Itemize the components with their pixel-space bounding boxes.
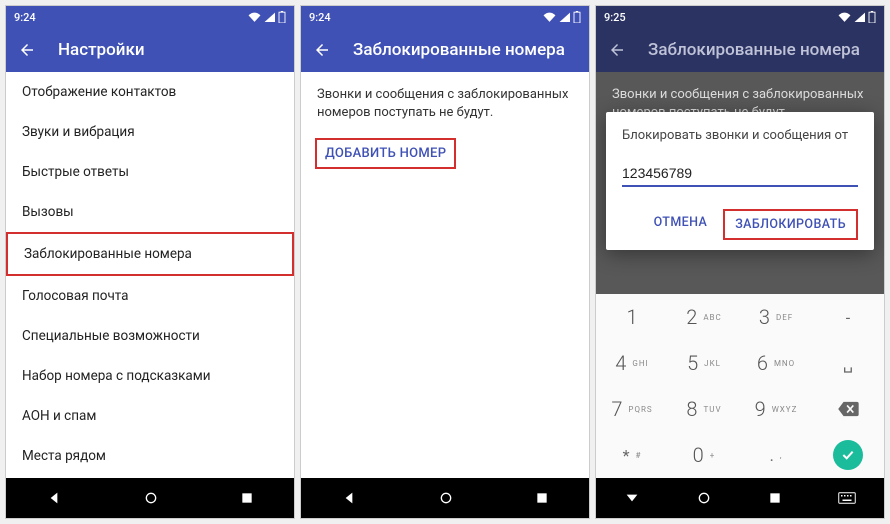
nav-recent-icon[interactable] xyxy=(768,491,782,505)
status-icons xyxy=(248,11,286,23)
battery-icon xyxy=(278,11,286,23)
key-period[interactable]: ., xyxy=(740,432,812,478)
status-bar: 9:24 xyxy=(6,6,294,28)
app-bar: Заблокированные номера xyxy=(301,28,589,72)
dialog-title: Блокировать звонки и сообщения от xyxy=(622,128,858,143)
status-time: 9:24 xyxy=(309,11,331,24)
phone-screen-block-dialog: 9:25 Заблокированные номера Звонки и соо… xyxy=(595,5,885,519)
key-7[interactable]: 7PQRS xyxy=(596,386,668,432)
nav-bar xyxy=(6,478,294,518)
wifi-icon xyxy=(838,12,851,22)
key-dash[interactable]: - xyxy=(812,294,884,340)
key-9[interactable]: 9WXYZ xyxy=(740,386,812,432)
settings-item-accessibility[interactable]: Специальные возможности xyxy=(6,316,294,356)
phone-number-input[interactable] xyxy=(622,161,858,187)
key-3[interactable]: 3DEF xyxy=(740,294,812,340)
key-8[interactable]: 8TUV xyxy=(668,386,740,432)
status-bar: 9:24 xyxy=(301,6,589,28)
key-0[interactable]: 0+ xyxy=(668,432,740,478)
status-icons xyxy=(838,11,876,23)
key-4[interactable]: 4GHI xyxy=(596,340,668,386)
settings-item-blocked-numbers[interactable]: Заблокированные номера xyxy=(6,232,294,276)
battery-icon xyxy=(573,11,581,23)
key-6[interactable]: 6MNO xyxy=(740,340,812,386)
nav-recent-icon[interactable] xyxy=(240,491,254,505)
app-bar-title: Настройки xyxy=(58,40,145,60)
nav-bar xyxy=(596,478,884,518)
nav-home-icon[interactable] xyxy=(696,490,712,506)
nav-bar xyxy=(301,478,589,518)
nav-home-icon[interactable] xyxy=(143,490,159,506)
settings-list: Отображение контактов Звуки и вибрация Б… xyxy=(6,72,294,478)
wifi-icon xyxy=(543,12,556,22)
blocked-content: Звонки и сообщения с заблокированных ном… xyxy=(301,72,589,478)
nav-back-down-icon[interactable] xyxy=(624,490,640,506)
status-time: 9:24 xyxy=(14,11,36,24)
nav-recent-icon[interactable] xyxy=(535,491,549,505)
settings-item-caller-id-spam[interactable]: АОН и спам xyxy=(6,396,294,436)
blocked-description: Звонки и сообщения с заблокированных ном… xyxy=(301,72,589,132)
settings-item-sounds[interactable]: Звуки и вибрация xyxy=(6,112,294,152)
key-confirm[interactable] xyxy=(812,432,884,478)
confirm-fab-icon xyxy=(833,440,863,470)
key-space[interactable]: ␣ xyxy=(812,340,884,386)
status-bar: 9:25 xyxy=(596,6,884,28)
key-backspace[interactable] xyxy=(812,386,884,432)
backspace-icon xyxy=(837,401,859,417)
nav-home-icon[interactable] xyxy=(438,490,454,506)
battery-icon xyxy=(868,11,876,23)
settings-item-dial-assist[interactable]: Набор номера с подсказками xyxy=(6,356,294,396)
settings-item-calls[interactable]: Вызовы xyxy=(6,192,294,232)
wifi-icon xyxy=(248,12,261,22)
back-icon[interactable] xyxy=(608,41,626,59)
key-5[interactable]: 5JKL xyxy=(668,340,740,386)
phone-screen-settings: 9:24 Настройки Отображение контактов Зву… xyxy=(5,5,295,519)
keyboard-switch-icon[interactable] xyxy=(838,492,856,504)
block-button[interactable]: ЗАБЛОКИРОВАТЬ xyxy=(723,209,858,240)
phone-screen-blocked-list: 9:24 Заблокированные номера Звонки и соо… xyxy=(300,5,590,519)
dialog-actions: ОТМЕНА ЗАБЛОКИРОВАТЬ xyxy=(622,209,858,240)
key-star[interactable]: *# xyxy=(596,432,668,478)
app-bar: Заблокированные номера xyxy=(596,28,884,72)
key-1[interactable]: 1 xyxy=(596,294,668,340)
status-icons xyxy=(543,11,581,23)
settings-item-quick-replies[interactable]: Быстрые ответы xyxy=(6,152,294,192)
add-number-button[interactable]: ДОБАВИТЬ НОМЕР xyxy=(315,138,456,169)
key-2[interactable]: 2ABC xyxy=(668,294,740,340)
signal-icon xyxy=(559,12,570,22)
back-icon[interactable] xyxy=(18,41,36,59)
app-bar-title: Заблокированные номера xyxy=(353,40,565,60)
cancel-button[interactable]: ОТМЕНА xyxy=(644,209,718,240)
settings-item-contacts-display[interactable]: Отображение контактов xyxy=(6,72,294,112)
app-bar: Настройки xyxy=(6,28,294,72)
numeric-keypad: 1 2ABC 3DEF - 4GHI 5JKL 6MNO ␣ 7PQRS 8TU… xyxy=(596,294,884,478)
app-bar-title: Заблокированные номера xyxy=(648,40,860,60)
signal-icon xyxy=(264,12,275,22)
status-time: 9:25 xyxy=(604,11,626,24)
blocked-content-dimmed: Звонки и сообщения с заблокированных ном… xyxy=(596,72,884,478)
settings-item-voicemail[interactable]: Голосовая почта xyxy=(6,276,294,316)
signal-icon xyxy=(854,12,865,22)
back-icon[interactable] xyxy=(313,41,331,59)
block-number-dialog: Блокировать звонки и сообщения от ОТМЕНА… xyxy=(606,112,874,250)
nav-back-icon[interactable] xyxy=(341,490,357,506)
settings-item-nearby-places[interactable]: Места рядом xyxy=(6,436,294,476)
nav-back-icon[interactable] xyxy=(46,490,62,506)
